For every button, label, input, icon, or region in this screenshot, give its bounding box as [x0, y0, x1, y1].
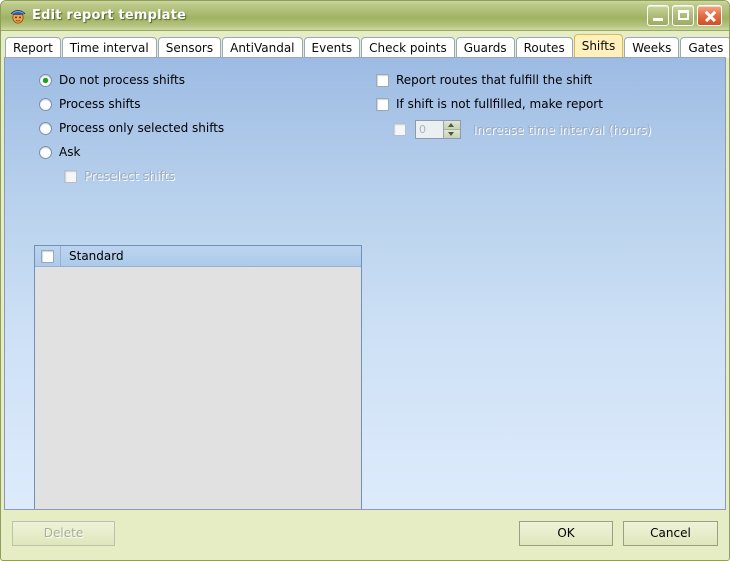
tab-check-points[interactable]: Check points: [361, 37, 455, 58]
radio-do-not-process-shifts[interactable]: Do not process shifts: [39, 73, 185, 87]
increase-time-interval-row: 0 Increase time interval (hours): [393, 120, 651, 139]
maximize-button[interactable]: [672, 5, 694, 26]
radio-indicator[interactable]: [39, 121, 52, 135]
radio-label: Process shifts: [59, 97, 141, 111]
tab-sensors[interactable]: Sensors: [157, 37, 222, 58]
stepper-buttons: [443, 121, 460, 138]
checkbox-preselect-shifts[interactable]: Preselect shifts: [64, 169, 175, 183]
shift-list[interactable]: Standard: [34, 245, 362, 509]
close-button[interactable]: [697, 5, 722, 26]
increase-time-interval-label: Increase time interval (hours): [473, 122, 652, 137]
checkbox-indicator[interactable]: [376, 97, 389, 111]
window-controls: [647, 5, 722, 26]
shift-list-header-checkbox[interactable]: [41, 249, 54, 263]
increase-time-interval-stepper[interactable]: 0: [415, 120, 461, 139]
tab-gates[interactable]: Gates: [680, 37, 729, 58]
guard-person-icon: [8, 6, 28, 26]
tab-guards[interactable]: Guards: [455, 37, 515, 58]
radio-process-only-selected-shifts[interactable]: Process only selected shifts: [39, 121, 224, 135]
ok-button[interactable]: OK: [519, 520, 613, 546]
tab-events[interactable]: Events: [303, 37, 361, 58]
tab-routes[interactable]: Routes: [515, 37, 573, 58]
tab-antivandal[interactable]: AntiVandal: [222, 37, 303, 58]
tab-report[interactable]: Report: [5, 37, 61, 58]
edit-report-template-window: Edit report template Report Time interva…: [0, 0, 730, 561]
minimize-icon: [653, 18, 663, 21]
stepper-up-icon[interactable]: [444, 121, 460, 130]
increase-time-interval-value[interactable]: 0: [416, 121, 443, 138]
window-title: Edit report template: [32, 8, 187, 23]
tab-weeks[interactable]: Weeks: [624, 37, 680, 58]
delete-button[interactable]: Delete: [12, 520, 115, 546]
minimize-button[interactable]: [647, 5, 669, 26]
stepper-down-icon[interactable]: [444, 130, 460, 138]
shift-list-header-label: Standard: [69, 249, 124, 263]
shifts-tab-panel: Do not process shifts Process shifts Pro…: [4, 57, 726, 510]
checkbox-label: If shift is not fullfilled, make report: [396, 97, 603, 111]
title-bar: Edit report template: [1, 1, 729, 31]
radio-label: Process only selected shifts: [59, 121, 225, 135]
checkbox-indicator[interactable]: [376, 73, 389, 87]
radio-ask[interactable]: Ask: [39, 145, 80, 159]
checkbox-shift-not-fulfilled-make-report[interactable]: If shift is not fullfilled, make report: [376, 97, 603, 111]
checkbox-label: Preselect shifts: [84, 169, 175, 183]
shift-list-body[interactable]: [35, 267, 361, 509]
radio-indicator[interactable]: [39, 145, 52, 159]
radio-process-shifts[interactable]: Process shifts: [39, 97, 141, 111]
checkbox-indicator[interactable]: [64, 169, 77, 183]
tab-bar: Report Time interval Sensors AntiVandal …: [1, 31, 729, 58]
checkbox-increase-time-interval[interactable]: [393, 123, 406, 136]
cancel-button[interactable]: Cancel: [623, 520, 718, 546]
dialog-button-bar: Delete OK Cancel: [1, 510, 729, 556]
column-divider: [60, 246, 61, 266]
radio-label: Ask: [59, 145, 81, 159]
tab-time-interval[interactable]: Time interval: [61, 37, 157, 58]
radio-indicator[interactable]: [39, 73, 52, 87]
radio-indicator[interactable]: [39, 97, 52, 111]
radio-label: Do not process shifts: [59, 73, 185, 87]
checkbox-report-routes-fulfill-shift[interactable]: Report routes that fulfill the shift: [376, 73, 592, 87]
checkbox-label: Report routes that fulfill the shift: [396, 73, 593, 87]
tab-shifts[interactable]: Shifts: [573, 34, 624, 57]
shift-list-header-row[interactable]: Standard: [35, 246, 361, 267]
maximize-icon: [678, 10, 689, 20]
